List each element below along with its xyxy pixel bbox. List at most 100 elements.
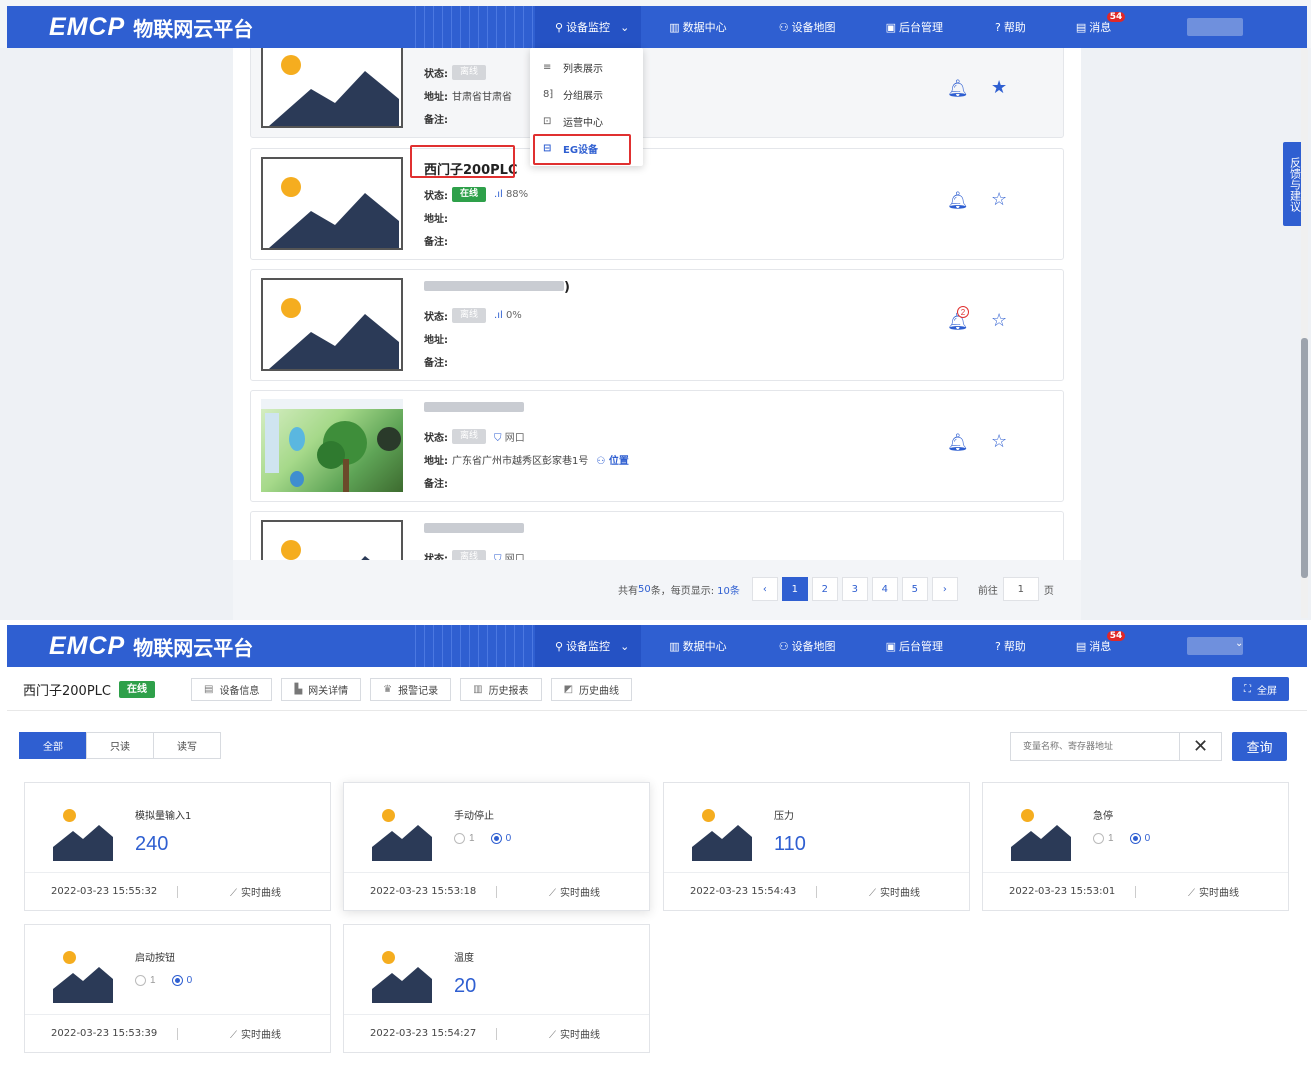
realtime-curve-link[interactable]: ⟋ 实时曲线 [1188, 884, 1239, 899]
dropdown-label: 运营中心 [563, 118, 603, 129]
device-card[interactable]: 状态: 离线 ⛉ 网口 [250, 511, 1064, 560]
dropdown-item-ops-center[interactable]: ⊡ 运营中心 [530, 108, 643, 135]
address-label: 地址: [424, 335, 448, 346]
goto-page-input[interactable]: 1 [1002, 577, 1039, 601]
filter-readonly[interactable]: 只读 [86, 732, 154, 759]
divider [496, 1027, 497, 1040]
tab-device-info[interactable]: ▤ 设备信息 [190, 678, 273, 701]
group-icon: 8⁆ [543, 89, 554, 100]
next-page-button[interactable]: › [931, 577, 958, 601]
variable-card[interactable]: 急停 10 2022-03-23 15:53:01 ⟋ 实时曲线 [982, 782, 1289, 911]
realtime-curve-label: 实时曲线 [1199, 888, 1239, 899]
address-label: 地址: [424, 92, 448, 103]
page-size-select[interactable]: 10条 [717, 582, 740, 597]
top-navbar: EMCP 物联网云平台 ⚲ 设备监控 ⌄ ▥ 数据中心 ⚇ 设备地图 ▣ 后台管理 ? 帮助… [7, 625, 1307, 667]
radio-option-1[interactable]: 1 [135, 975, 156, 986]
page-button-1[interactable]: 1 [781, 577, 808, 601]
menu-admin[interactable]: ▣ 后台管理 [886, 6, 943, 48]
clear-search-button[interactable]: ✕ [1179, 733, 1221, 760]
realtime-curve-link[interactable]: ⟋ 实时曲线 [549, 884, 600, 899]
radio-circle [135, 975, 146, 986]
realtime-curve-link[interactable]: ⟋ 实时曲线 [869, 884, 920, 899]
radio-circle [490, 833, 502, 844]
variable-card[interactable]: 温度 20 2022-03-23 15:54:27 ⟋ 实时曲线 [343, 924, 650, 1053]
tab-alarm-records[interactable]: ♛ 报警记录 [370, 678, 452, 701]
prev-page-button[interactable]: ‹ [751, 577, 778, 601]
pagination: 共有 50 条，每页显示: 10条 ‹ 1 2 3 4 5 › 前往 1 页 [618, 577, 1054, 601]
star-filled-icon[interactable]: ★ [991, 77, 1007, 98]
menu-data-center[interactable]: ▥ 数据中心 [669, 625, 726, 667]
device-card[interactable]: 状态: 离线 ⛉ 网口 地址: 广东省广州市越秀区彭家巷1号 ⚇ 位置 备注: 🔔︎ ☆ [250, 390, 1064, 502]
page-button-4[interactable]: 4 [871, 577, 898, 601]
radio-option-0[interactable]: 0 [1129, 833, 1150, 844]
tab-history-curve[interactable]: ◩ 历史曲线 [550, 678, 633, 701]
radio-option-1[interactable]: 1 [1093, 833, 1114, 844]
fullscreen-button[interactable]: ⛶ 全屏 [1232, 677, 1289, 701]
radio-option-1[interactable]: 1 [454, 833, 475, 844]
bell-icon[interactable]: 🔔︎ [947, 79, 969, 99]
device-card[interactable]: ) 状态: 离线 .ıl 0% 地址: 备注: 🔔︎ 2 ☆ [250, 269, 1064, 381]
map-user-icon: ⚇ [778, 20, 789, 34]
variable-card[interactable]: 压力 110 2022-03-23 15:54:43 ⟋ 实时曲线 [663, 782, 970, 911]
note-label: 备注: [424, 479, 448, 490]
query-button[interactable]: 查询 [1232, 732, 1287, 761]
radio-circle [1129, 833, 1141, 844]
menu-admin[interactable]: ▣ 后台管理 [886, 625, 943, 667]
page-button-2[interactable]: 2 [811, 577, 838, 601]
chevron-down-icon[interactable]: ⌄ [1235, 638, 1243, 649]
star-outline-icon[interactable]: ☆ [991, 189, 1007, 210]
alarm-count-badge: 2 [957, 306, 969, 318]
scrollbar-thumb[interactable] [1301, 338, 1308, 578]
menu-label: 后台管理 [898, 21, 943, 34]
bell-icon[interactable]: 🔔︎ 2 [947, 306, 969, 332]
location-link[interactable]: ⚇ 位置 [596, 452, 628, 467]
filter-all[interactable]: 全部 [19, 732, 87, 759]
device-card[interactable]: 西门子200PLC 状态: 在线 .ıl 88% 地址: 备注: 🔔︎ ☆ [250, 148, 1064, 260]
filter-readwrite[interactable]: 读写 [153, 732, 221, 759]
variable-footer: 2022-03-23 15:53:18 ⟋ 实时曲线 [344, 872, 649, 910]
logo[interactable]: EMCP 物联网云平台 [49, 13, 253, 42]
variable-card[interactable]: 启动按钮 10 2022-03-23 15:53:39 ⟋ 实时曲线 [24, 924, 331, 1053]
tab-gateway-details[interactable]: ▙ 网关详情 [281, 678, 362, 701]
scrollbar[interactable] [1301, 48, 1308, 618]
menu-messages[interactable]: ▤ 消息 54 [1076, 625, 1126, 667]
star-outline-icon[interactable]: ☆ [991, 310, 1007, 331]
variable-timestamp: 2022-03-23 15:55:32 [51, 886, 158, 897]
device-name [424, 48, 512, 55]
dropdown-item-list[interactable]: ≡ 列表展示 [530, 54, 643, 81]
menu-help[interactable]: ? 帮助 [995, 6, 1026, 48]
star-outline-icon[interactable]: ☆ [991, 431, 1007, 452]
menu-device-monitor[interactable]: ⚲ 设备监控 ⌄ [535, 6, 642, 48]
status-label: 状态: [424, 312, 448, 323]
realtime-curve-link[interactable]: ⟋ 实时曲线 [230, 884, 281, 899]
realtime-curve-link[interactable]: ⟋ 实时曲线 [549, 1026, 600, 1041]
device-card[interactable]: 状态: 离线 地址: 甘肃省甘肃省 备注: 🔔︎ ★ [250, 48, 1064, 138]
menu-device-map[interactable]: ⚇ 设备地图 [779, 625, 836, 667]
menu-device-map[interactable]: ⚇ 设备地图 [779, 6, 836, 48]
bell-icon[interactable]: 🔔︎ [947, 433, 969, 453]
monitor-icon: ▣ [885, 20, 896, 34]
status-badge: 离线 [452, 65, 487, 80]
variable-card[interactable]: 手动停止 10 2022-03-23 15:53:18 ⟋ 实时曲线 [343, 782, 650, 911]
dropdown-item-group[interactable]: 8⁆ 分组展示 [530, 81, 643, 108]
menu-help[interactable]: ? 帮助 [995, 625, 1026, 667]
device-list-screen: EMCP 物联网云平台 ⚲ 设备监控 ⌄ ▥ 数据中心 ⚇ 设备地图 ▣ 后台管理 ? 帮助… [0, 0, 1311, 620]
switch-radio-group: 10 [135, 975, 208, 986]
logo[interactable]: EMCP 物联网云平台 [49, 632, 253, 661]
menu-data-center[interactable]: ▥ 数据中心 [669, 6, 726, 48]
menu-device-monitor[interactable]: ⚲ 设备监控 ⌄ [535, 625, 642, 667]
bell-icon[interactable]: 🔔︎ [947, 191, 969, 211]
menu-messages[interactable]: ▤ 消息 54 [1076, 6, 1126, 48]
variable-card[interactable]: 模拟量输入1 240 2022-03-23 15:55:32 ⟋ 实时曲线 [24, 782, 331, 911]
page-button-5[interactable]: 5 [901, 577, 928, 601]
user-avatar[interactable] [1187, 18, 1243, 36]
page-button-3[interactable]: 3 [841, 577, 868, 601]
device-info-icon: ▤ [203, 684, 214, 695]
tab-history-report[interactable]: ▥ 历史报表 [460, 678, 542, 701]
radio-option-0[interactable]: 0 [490, 833, 511, 844]
realtime-curve-link[interactable]: ⟋ 实时曲线 [230, 1026, 281, 1041]
radio-option-0[interactable]: 0 [171, 975, 192, 986]
list-icon: ≡ [543, 62, 552, 73]
variable-image [372, 801, 432, 861]
search-input[interactable] [1011, 733, 1179, 760]
